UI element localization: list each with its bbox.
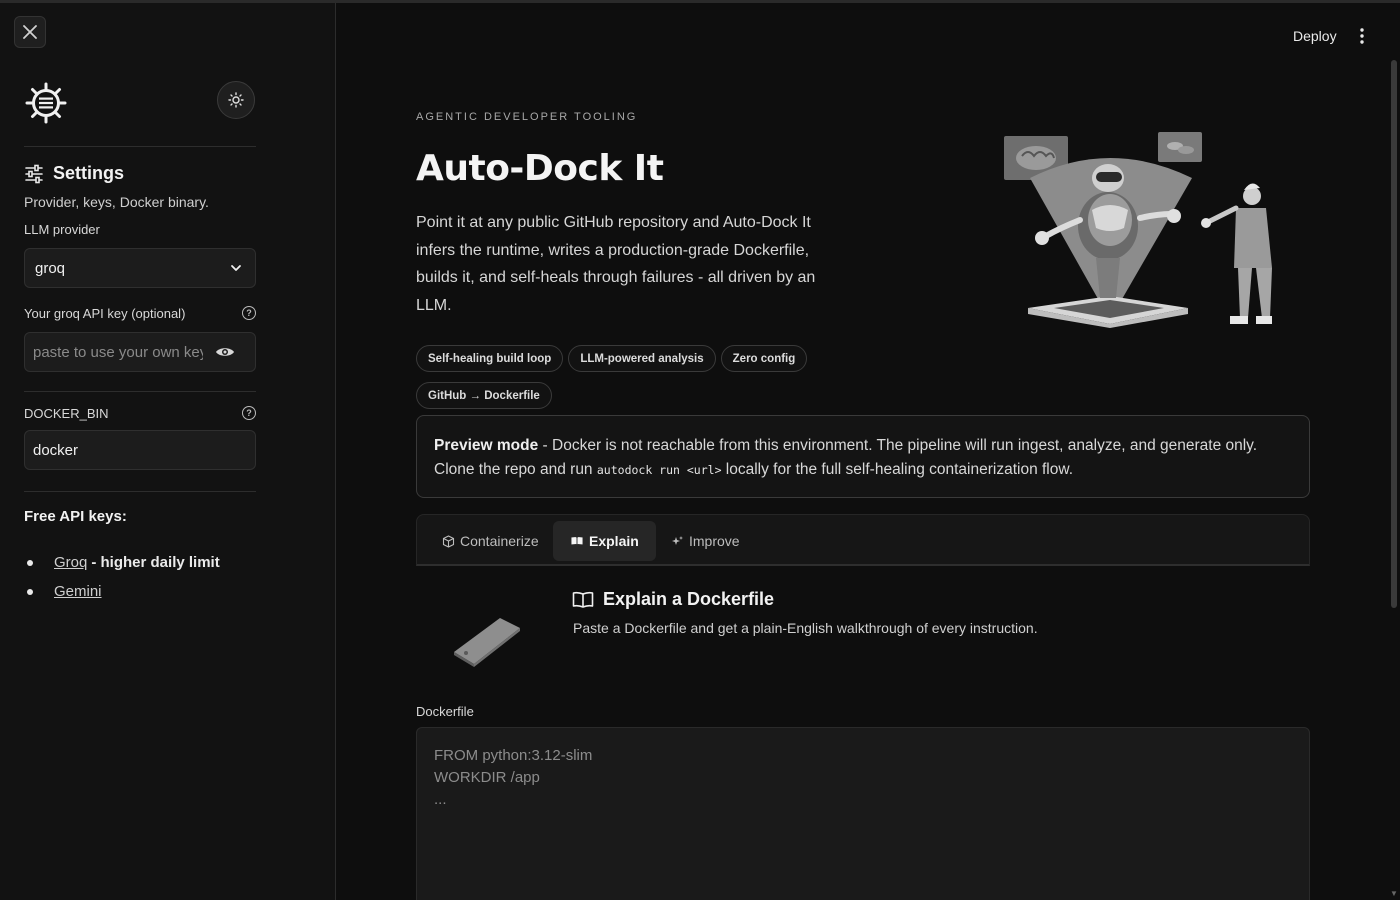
close-sidebar-button[interactable] bbox=[14, 16, 46, 48]
more-options-icon[interactable] bbox=[1355, 27, 1369, 45]
preview-command: autodock run <url> bbox=[596, 463, 722, 477]
tab-label: Improve bbox=[689, 533, 740, 549]
feature-pill: Zero config bbox=[720, 345, 808, 372]
feature-pills: Self-healing build loop LLM-powered anal… bbox=[416, 345, 836, 409]
explain-title: Explain a Dockerfile bbox=[603, 589, 775, 609]
docker-bin-input[interactable] bbox=[33, 441, 203, 459]
docker-bin-field[interactable] bbox=[24, 430, 256, 470]
chevron-down-icon bbox=[231, 265, 241, 271]
dockerfile-textarea[interactable]: FROM python:3.12-slim WORKDIR /app ... bbox=[416, 727, 1310, 900]
open-book-icon bbox=[572, 591, 594, 608]
hero-eyebrow: AGENTIC DEVELOPER TOOLING bbox=[416, 111, 638, 123]
tab-label: Explain bbox=[589, 533, 639, 549]
page-title: Auto-Dock It bbox=[416, 148, 664, 189]
deploy-button[interactable]: Deploy bbox=[1293, 28, 1337, 44]
api-key-help-icon[interactable]: ? bbox=[242, 306, 256, 320]
close-icon bbox=[23, 25, 37, 39]
scrollbar-thumb[interactable] bbox=[1391, 60, 1397, 608]
preview-mode-notice: Preview mode - Docker is not reachable f… bbox=[416, 415, 1310, 498]
api-key-input[interactable] bbox=[33, 343, 203, 361]
eye-icon[interactable] bbox=[215, 345, 235, 359]
tab-improve[interactable]: Improve bbox=[654, 521, 757, 561]
book-icon bbox=[570, 536, 584, 547]
hero-illustration bbox=[1004, 132, 1272, 328]
hero-description: Point it at any public GitHub repository… bbox=[416, 214, 816, 314]
docker-bin-label: DOCKER_BIN bbox=[24, 406, 109, 421]
box-icon bbox=[442, 534, 455, 548]
llm-provider-label: LLM provider bbox=[24, 222, 100, 237]
theme-toggle-button[interactable] bbox=[217, 81, 255, 119]
preview-text-end: locally for the full self-healing contai… bbox=[721, 461, 1074, 478]
sliders-icon bbox=[25, 164, 43, 183]
explain-subtitle: Paste a Dockerfile and get a plain-Engli… bbox=[573, 620, 1038, 636]
free-keys-list: Groq - higher daily limit Gemini bbox=[24, 548, 220, 606]
bullet bbox=[27, 559, 33, 566]
api-key-label: Your groq API key (optional) bbox=[24, 306, 186, 321]
sidebar: Settings Provider, keys, Docker binary. … bbox=[0, 3, 336, 900]
tab-explain[interactable]: Explain bbox=[553, 521, 656, 561]
sidebar-divider bbox=[24, 391, 256, 392]
api-key-field[interactable] bbox=[24, 332, 256, 372]
sparkle-icon bbox=[672, 535, 683, 545]
list-item: Gemini bbox=[24, 577, 220, 606]
settings-title: Settings bbox=[53, 163, 125, 183]
free-keys-title: Free API keys: bbox=[24, 508, 127, 525]
phone-device-illustration bbox=[454, 618, 520, 667]
groq-note: - higher daily limit bbox=[91, 554, 220, 571]
sidebar-divider bbox=[24, 491, 256, 492]
feature-pill: LLM-powered analysis bbox=[568, 345, 716, 372]
llm-provider-value: groq bbox=[35, 259, 66, 277]
groq-link[interactable]: Groq bbox=[54, 554, 87, 571]
list-item: Groq - higher daily limit bbox=[24, 548, 220, 577]
tab-containerize[interactable]: Containerize bbox=[425, 521, 556, 561]
gemini-link[interactable]: Gemini bbox=[54, 583, 102, 600]
tab-bar: Containerize Explain Improve bbox=[416, 514, 1310, 566]
dockerfile-label: Dockerfile bbox=[416, 704, 474, 719]
sidebar-divider bbox=[24, 146, 256, 147]
docker-bin-help-icon[interactable]: ? bbox=[242, 406, 256, 420]
feature-pill: GitHub → Dockerfile bbox=[416, 382, 552, 409]
helm-logo-icon bbox=[25, 82, 67, 124]
bullet bbox=[27, 588, 33, 595]
settings-heading: Settings bbox=[24, 163, 124, 184]
llm-provider-select[interactable]: groq bbox=[24, 248, 256, 288]
settings-subtitle: Provider, keys, Docker binary. bbox=[24, 194, 209, 210]
feature-pill: Self-healing build loop bbox=[416, 345, 564, 372]
explain-heading: Explain a Dockerfile bbox=[572, 589, 774, 610]
sun-icon bbox=[228, 92, 244, 108]
tab-label: Containerize bbox=[460, 533, 539, 549]
preview-label: Preview mode bbox=[434, 437, 539, 454]
scroll-down-icon[interactable]: ▼ bbox=[1390, 889, 1398, 898]
